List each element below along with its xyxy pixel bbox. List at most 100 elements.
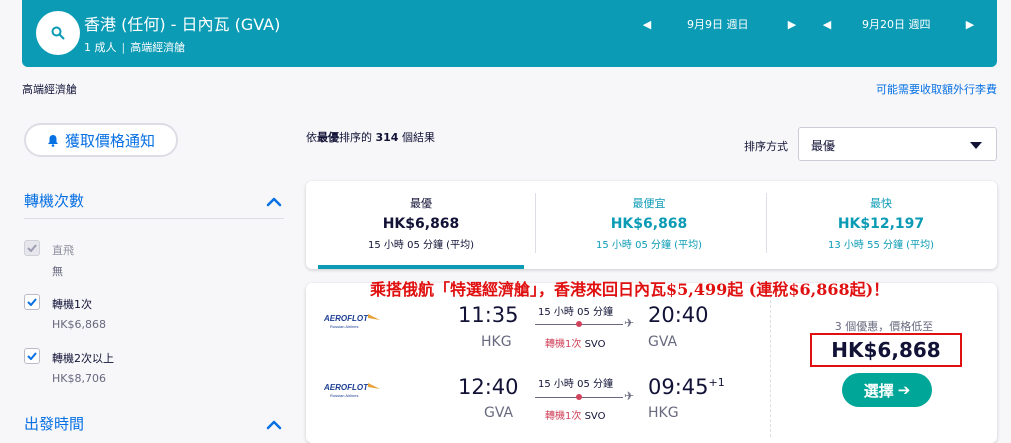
depart-time-filter-title[interactable]: 出發時間 (24, 413, 84, 434)
direct-price: 無 (52, 265, 63, 278)
stop-dot (576, 394, 582, 400)
depart-date[interactable]: 9月9日 週日 (687, 16, 749, 32)
deals-count: 3 個優惠，價格低至 (834, 320, 934, 333)
sort-selected-value: 最優 (811, 139, 836, 153)
results-sort-name: 最優 (317, 131, 339, 144)
leg1-depart-time: 11:35 (458, 303, 519, 327)
active-tab-indicator (318, 265, 524, 269)
one-stop-label: 轉機1次 (52, 298, 92, 311)
tab-price: HK$6,868 (382, 216, 460, 232)
tab-price: HK$12,197 (837, 216, 925, 232)
search-icon (51, 26, 65, 40)
caret-down-icon (970, 142, 982, 149)
one-stop-price: HK$6,868 (52, 318, 106, 331)
divider (766, 193, 767, 253)
checkmark-icon (27, 298, 37, 306)
leg1-arrive-time: 20:40 (648, 303, 709, 327)
cabin-class: 高端經濟艙 (130, 41, 186, 54)
select-label: 選擇 (863, 381, 894, 400)
tab-title: 最快 (870, 197, 892, 210)
plane-icon: ✈ (624, 389, 635, 403)
chevron-right-icon: ▶ (965, 17, 975, 31)
route-title: 香港 (任何) - 日內瓦 (GVA) (84, 15, 281, 34)
tab-duration: 15 小時 05 分鐘 (平均) (596, 240, 702, 251)
checkmark-icon (27, 244, 37, 252)
search-button[interactable] (36, 11, 80, 55)
arrow-right-icon: ➔ (897, 381, 911, 399)
direct-checkbox[interactable] (24, 240, 40, 256)
divider (770, 295, 771, 437)
chevron-up-icon[interactable] (266, 195, 282, 207)
bell-icon (47, 134, 58, 147)
chevron-right-icon: ▶ (787, 17, 797, 31)
baggage-fees-link[interactable]: 可能需要收取額外行李費 (876, 81, 997, 97)
results-count: 依最優排序的 314 個結果 (306, 129, 435, 145)
results-number: 314 (375, 131, 399, 144)
return-prev-day-button[interactable]: ◀ (822, 16, 832, 32)
one-stop-checkbox[interactable] (24, 294, 40, 310)
leg2-depart-time: 12:40 (458, 375, 519, 399)
leg2-duration: 15 小時 05 分鐘 (538, 379, 613, 390)
leg1-stops: 轉機1次 SVO (545, 335, 605, 350)
airline-name: AEROFLOT (323, 314, 369, 323)
tab-title: 最優 (410, 197, 432, 210)
leg1-duration: 15 小時 05 分鐘 (538, 307, 613, 318)
tab-duration: 15 小時 05 分鐘 (平均) (368, 240, 474, 251)
two-plus-stops-label: 轉機2次以上 (52, 352, 114, 365)
sort-tabs: 最優 HK$6,868 15 小時 05 分鐘 (平均) 最便宜 HK$6,86… (306, 181, 997, 269)
stop-dot (576, 321, 582, 327)
flight-price: HK$6,868 (810, 333, 962, 367)
passenger-count: 1 成人 (84, 41, 117, 54)
leg2-stops-count: 轉機1次 (545, 411, 582, 422)
leg2-stops: 轉機1次 SVO (545, 407, 605, 422)
chevron-up-icon[interactable] (266, 418, 282, 430)
promo-banner-text: 乘搭俄航「特選經濟艙」，香港來回日內瓦$5,499起 (連稅$6,868起)！ (370, 280, 890, 299)
sort-label: 排序方式 (744, 140, 788, 153)
depart-prev-day-button[interactable]: ◀ (642, 16, 652, 32)
depart-next-day-button[interactable]: ▶ (787, 16, 797, 32)
price-alert-label: 獲取價格通知 (64, 131, 155, 150)
search-summary-header[interactable]: 香港 (任何) - 日內瓦 (GVA) 1 成人 | 高端經濟艙 ◀ 9月9日 週日… (22, 0, 997, 67)
two-plus-stops-checkbox[interactable] (24, 348, 40, 364)
trip-details: 1 成人 | 高端經濟艙 (84, 41, 186, 54)
divider (24, 218, 284, 219)
leg2-arrive-time: 09:45+1 (648, 375, 725, 399)
aeroflot-logo: AEROFLOT Russian Airlines (323, 314, 380, 329)
leg1-stops-count: 轉機1次 (545, 339, 582, 350)
day-offset: +1 (708, 376, 725, 389)
tab-cheapest[interactable]: 最便宜 HK$6,868 15 小時 05 分鐘 (平均) (546, 181, 752, 269)
direct-label: 直飛 (52, 244, 74, 257)
tab-fastest[interactable]: 最快 HK$12,197 13 小時 55 分鐘 (平均) (778, 181, 984, 269)
plane-icon: ✈ (624, 316, 635, 330)
stops-filter-title[interactable]: 轉機次數 (24, 190, 84, 211)
divider (535, 193, 536, 253)
airline-subtitle: Russian Airlines (330, 393, 358, 398)
leg1-arrive-airport: GVA (648, 334, 678, 350)
sort-dropdown[interactable]: 最優 (798, 127, 997, 161)
results-middle: 排序的 (339, 131, 376, 144)
leg2-depart-airport: GVA (484, 405, 514, 421)
return-next-day-button[interactable]: ▶ (965, 16, 975, 32)
tab-duration: 13 小時 55 分鐘 (平均) (828, 240, 934, 251)
airline-subtitle: Russian Airlines (330, 324, 358, 329)
results-prefix: 依 (306, 131, 317, 144)
tab-price: HK$6,868 (610, 216, 688, 232)
tab-title: 最便宜 (632, 197, 666, 210)
airline-name: AEROFLOT (323, 383, 369, 392)
select-flight-button[interactable]: 選擇 ➔ (842, 373, 932, 407)
leg1-via-airport: SVO (584, 339, 606, 350)
return-date[interactable]: 9月20日 週四 (862, 16, 931, 32)
cabin-label: 高端經濟艙 (22, 83, 77, 96)
leg1-depart-airport: HKG (481, 334, 512, 350)
aeroflot-logo: AEROFLOT Russian Airlines (323, 383, 380, 398)
chevron-left-icon: ◀ (642, 17, 652, 31)
results-suffix: 個結果 (398, 131, 435, 144)
leg2-arrive-airport: HKG (648, 405, 679, 421)
leg2-via-airport: SVO (584, 411, 606, 422)
two-plus-stops-price: HK$8,706 (52, 372, 106, 385)
leg2-arrive-time-value: 09:45 (648, 375, 709, 399)
price-alert-button[interactable]: 獲取價格通知 (24, 123, 178, 157)
chevron-left-icon: ◀ (822, 17, 832, 31)
checkmark-icon (27, 352, 37, 360)
tab-best[interactable]: 最優 HK$6,868 15 小時 05 分鐘 (平均) (318, 181, 524, 269)
